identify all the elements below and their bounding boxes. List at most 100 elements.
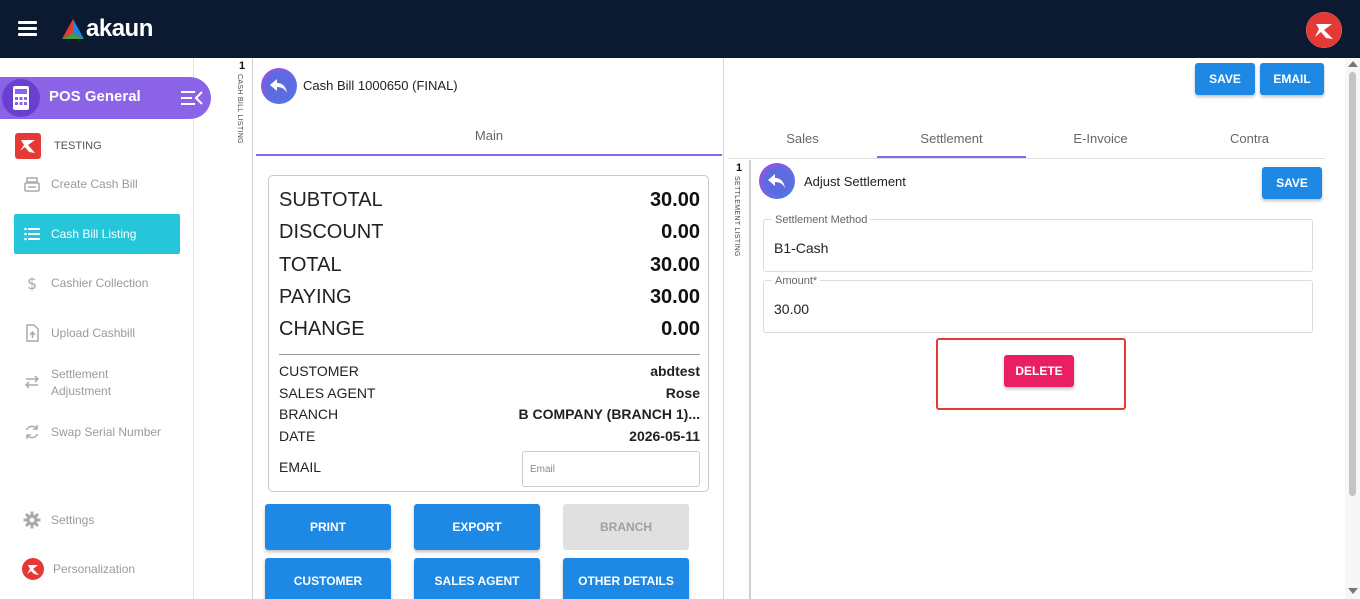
delete-button[interactable]: DELETE <box>1004 355 1074 387</box>
scroll-up-icon[interactable] <box>1348 61 1358 67</box>
svg-text:$: $ <box>27 274 37 292</box>
sidebar-item-cash-bill-listing[interactable]: Cash Bill Listing <box>14 214 180 254</box>
tab-label: Sales <box>786 131 819 146</box>
sidebar-item-label: Cashier Collection <box>51 276 149 290</box>
dollar-icon: $ <box>27 274 37 292</box>
gear-icon <box>23 511 41 529</box>
branch-button[interactable]: BRANCH <box>563 504 689 550</box>
module-header[interactable]: POS General <box>0 77 211 119</box>
summary-label: DISCOUNT <box>279 221 384 243</box>
info-value: Rose <box>665 385 700 401</box>
info-row-customer: CUSTOMER abdtest <box>279 363 700 383</box>
customer-button[interactable]: CUSTOMER <box>265 558 391 599</box>
pos-icon <box>2 79 40 117</box>
info-label: BRANCH <box>279 406 339 422</box>
settlement-method-field[interactable]: Settlement Method B1-Cash <box>763 214 1313 272</box>
other-details-button[interactable]: OTHER DETAILS <box>563 558 689 599</box>
back-button[interactable] <box>261 68 297 104</box>
reply-arrow-icon <box>768 174 785 188</box>
summary-label: PAYING <box>279 286 352 308</box>
save-button[interactable]: SAVE <box>1195 63 1255 95</box>
sidebar-item-upload-cashbill[interactable]: Upload Cashbill <box>14 313 180 353</box>
summary-row-discount: DISCOUNT 0.00 <box>279 221 700 249</box>
summary-value: 0.00 <box>661 221 700 243</box>
tab-label: E-Invoice <box>1073 131 1128 146</box>
page-title: Cash Bill 1000650 (FINAL) <box>303 78 458 93</box>
sidebar-item-label: Upload Cashbill <box>51 326 136 340</box>
strip-number: 1 <box>238 60 246 72</box>
tab-contra[interactable]: Contra <box>1175 122 1324 158</box>
summary-label: CHANGE <box>279 318 365 340</box>
sidebar-item-label: Swap Serial Number <box>51 425 162 439</box>
company-name: TESTING <box>54 140 102 152</box>
divider <box>279 354 700 355</box>
info-row-branch: BRANCH B COMPANY (BRANCH 1)... <box>279 406 700 426</box>
app-root: akaun POS General TESTING Create Cash Bi… <box>0 0 1360 599</box>
cash-register-icon <box>24 177 40 192</box>
summary-row-change: CHANGE 0.00 <box>279 318 700 346</box>
amount-field[interactable]: Amount* 30.00 <box>763 275 1313 333</box>
settlement-panel: SAVE EMAIL Sales Settlement E-Invoice Co… <box>726 58 1345 599</box>
export-button[interactable]: EXPORT <box>414 504 540 550</box>
refresh-icon <box>25 425 39 439</box>
scroll-down-icon[interactable] <box>1348 588 1358 594</box>
info-label: CUSTOMER <box>279 363 359 379</box>
summary-label: TOTAL <box>279 254 342 276</box>
strip-label: CASH BILL LISTING <box>236 74 243 144</box>
sidebar-item-swap-serial-number[interactable]: Swap Serial Number <box>14 412 180 452</box>
tab-label: Contra <box>1229 131 1270 146</box>
settlement-listing-strip[interactable]: 1 SETTLEMENT LISTING <box>728 160 750 599</box>
info-value: 2026-05-11 <box>629 428 700 444</box>
tab-e-invoice[interactable]: E-Invoice <box>1026 122 1175 158</box>
summary-label: SUBTOTAL <box>279 189 383 211</box>
sidebar-item-label: Settings <box>51 513 95 527</box>
user-avatar[interactable] <box>1306 12 1342 48</box>
sidebar-item-cashier-collection[interactable]: $ Cashier Collection <box>14 263 180 303</box>
collapse-sidebar-icon[interactable] <box>181 89 203 107</box>
cash-bill-panel: Cash Bill 1000650 (FINAL) Main SUBTOTAL … <box>253 58 724 599</box>
tab-main[interactable]: Main <box>256 118 722 156</box>
sidebar-item-create-cash-bill[interactable]: Create Cash Bill <box>14 164 180 204</box>
back-button[interactable] <box>759 163 795 199</box>
info-row-date: DATE 2026-05-11 <box>279 428 700 448</box>
info-value: B COMPANY (BRANCH 1)... <box>518 406 701 422</box>
company-selector[interactable]: TESTING <box>15 133 185 159</box>
field-label: Amount* <box>772 275 821 287</box>
cash-bill-listing-strip[interactable]: 1 CASH BILL LISTING <box>231 58 253 599</box>
sidebar-item-settlement-adjustment[interactable]: Settlement Adjustment <box>14 362 180 402</box>
sidebar-item-label: Settlement Adjustment <box>51 367 112 398</box>
sidebar-item-label: Create Cash Bill <box>51 177 138 191</box>
vertical-scrollbar[interactable] <box>1345 58 1360 599</box>
tab-label: Main <box>474 128 504 143</box>
scrollbar-thumb[interactable] <box>1349 72 1356 496</box>
summary-row-total: TOTAL 30.00 <box>279 254 700 282</box>
sidebar-item-label: Cash Bill Listing <box>51 227 137 241</box>
info-row-sales-agent: SALES AGENT Rose <box>279 385 700 405</box>
sidebar-item-settings[interactable]: Settings <box>14 500 180 540</box>
tab-sales[interactable]: Sales <box>728 122 877 158</box>
avatar-logo-icon <box>1306 12 1342 48</box>
logo-text: akaun <box>86 15 153 42</box>
tab-settlement[interactable]: Settlement <box>877 122 1026 158</box>
summary-row-subtotal: SUBTOTAL 30.00 <box>279 189 700 217</box>
summary-value: 30.00 <box>649 189 700 211</box>
bill-summary-card: SUBTOTAL 30.00 DISCOUNT 0.00 TOTAL 30.00… <box>268 175 709 492</box>
strip-label: SETTLEMENT LISTING <box>733 176 740 257</box>
company-logo-icon <box>15 133 41 159</box>
akaun-logo-icon <box>62 19 84 39</box>
adjust-save-button[interactable]: SAVE <box>1262 167 1322 199</box>
module-title: POS General <box>49 88 141 105</box>
email-input[interactable] <box>522 451 700 487</box>
sales-agent-button[interactable]: SALES AGENT <box>414 558 540 599</box>
app-logo[interactable]: akaun <box>62 14 153 44</box>
field-value: 30.00 <box>774 301 810 317</box>
menu-icon[interactable] <box>18 21 37 37</box>
sidebar-item-personalization[interactable]: Personalization <box>14 549 180 589</box>
summary-row-paying: PAYING 30.00 <box>279 286 700 314</box>
print-button[interactable]: PRINT <box>265 504 391 550</box>
email-button[interactable]: EMAIL <box>1260 63 1324 95</box>
info-label: EMAIL <box>279 459 322 475</box>
sidebar: POS General TESTING Create Cash Bill Cas… <box>0 58 211 599</box>
strip-number: 1 <box>735 162 743 174</box>
personalization-logo-icon <box>22 558 44 580</box>
